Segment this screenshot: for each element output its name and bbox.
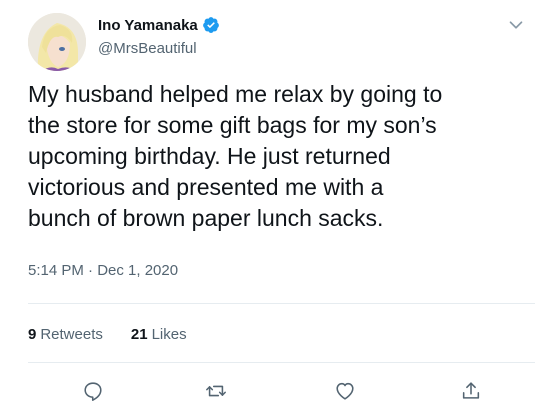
divider	[28, 362, 535, 363]
likes-label: Likes	[151, 326, 187, 343]
likes-count: 21	[130, 326, 148, 343]
tweet-timestamp[interactable]: 5:14 PM · Dec 1, 2020	[28, 262, 178, 279]
author-name-row[interactable]: Ino Yamanaka	[98, 16, 220, 34]
author-name[interactable]: Ino Yamanaka	[98, 17, 198, 34]
retweets-stat[interactable]: 9 Retweets	[28, 326, 103, 343]
reply-icon[interactable]	[78, 376, 108, 406]
retweets-count: 9	[28, 326, 37, 343]
divider	[28, 303, 535, 304]
likes-stat[interactable]: 21 Likes	[131, 326, 187, 343]
tweet-card: Ino Yamanaka @MrsBeautiful My husband he…	[0, 0, 540, 420]
retweets-label: Retweets	[40, 326, 103, 343]
tweet-stats: 9 Retweets 21 Likes	[28, 326, 187, 343]
tweet-text: My husband helped me relax by going to t…	[28, 81, 443, 231]
chevron-down-icon[interactable]	[505, 14, 527, 36]
author-handle[interactable]: @MrsBeautiful	[98, 40, 197, 57]
share-icon[interactable]	[456, 376, 486, 406]
verified-badge-icon	[202, 16, 220, 34]
like-icon[interactable]	[330, 376, 360, 406]
avatar[interactable]	[28, 13, 86, 71]
retweet-icon[interactable]	[201, 376, 231, 406]
